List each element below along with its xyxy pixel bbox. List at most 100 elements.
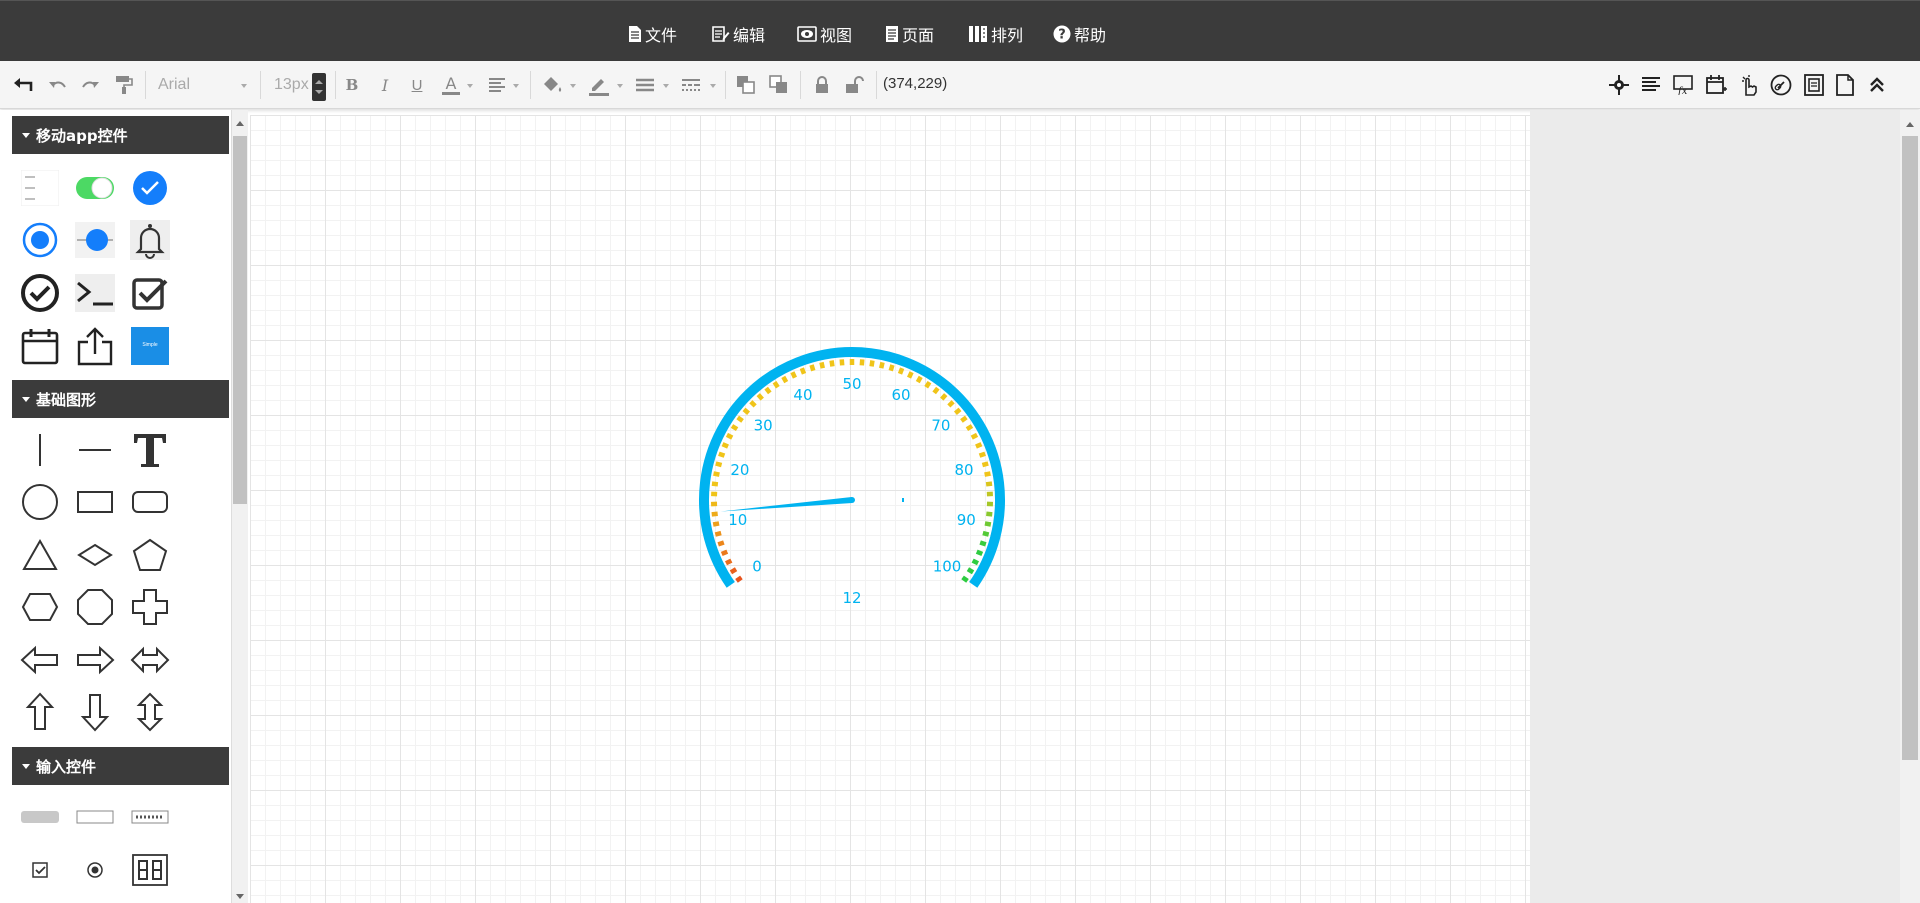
list-widget-shape[interactable] — [20, 168, 60, 208]
up-down-arrow-shape[interactable] — [130, 692, 170, 732]
section-header-basic-shapes[interactable]: 基础图形 — [12, 380, 229, 418]
hexagon-shape[interactable] — [20, 587, 60, 627]
menu-edit[interactable]: 编辑 — [712, 21, 765, 47]
font-family-select[interactable]: Arial — [152, 71, 254, 99]
format-painter-button[interactable] — [114, 74, 134, 96]
collapse-toolbar-button[interactable] — [1867, 74, 1887, 96]
drawing-canvas[interactable]: 0 10 20 30 40 50 60 70 80 90 100 12 — [250, 115, 1530, 903]
paint-bucket-icon — [544, 77, 562, 92]
right-arrow-shape[interactable] — [75, 640, 115, 680]
arrow-right-icon — [77, 645, 115, 675]
digital-display-shape[interactable] — [130, 850, 170, 890]
underline-button[interactable]: U — [407, 74, 427, 96]
gauge-dash — [978, 451, 986, 458]
radio-button-shape[interactable] — [20, 220, 60, 260]
vertical-line-shape[interactable] — [20, 430, 60, 470]
circle-shape[interactable] — [20, 482, 60, 522]
hand-pointer-icon — [1742, 75, 1757, 96]
pentagon-icon — [132, 538, 168, 571]
menu-page[interactable]: 页面 — [885, 21, 934, 47]
cursor-coordinates: (374,229) — [883, 75, 948, 92]
menu-file[interactable]: 文件 — [628, 21, 677, 47]
gauge-dash — [966, 567, 975, 575]
checkbox-shape[interactable] — [130, 273, 170, 313]
undo-button[interactable] — [48, 74, 68, 96]
calendar-button[interactable] — [1705, 74, 1727, 96]
calendar-icon — [1706, 75, 1727, 94]
menu-arrange[interactable]: 排列 — [968, 21, 1023, 47]
rectangle-shape[interactable] — [75, 482, 115, 522]
diamond-shape[interactable] — [75, 535, 115, 575]
terminal-shape[interactable] — [75, 273, 115, 313]
send-back-icon — [769, 75, 787, 93]
line-style-button[interactable] — [680, 74, 702, 96]
simple-button-shape[interactable]: Simple — [130, 326, 170, 366]
gauge-widget[interactable]: 0 10 20 30 40 50 60 70 80 90 100 12 — [682, 330, 1022, 630]
slider-shape[interactable] — [75, 220, 115, 260]
double-arrow-shape[interactable] — [130, 640, 170, 680]
gauge-dash — [725, 432, 734, 440]
text-input-shape[interactable] — [75, 797, 115, 837]
gauge-dash — [714, 530, 722, 537]
font-size-stepper[interactable] — [312, 73, 326, 101]
password-input-shape[interactable] — [130, 797, 170, 837]
line-color-button[interactable] — [587, 74, 611, 96]
menu-help[interactable]: ? 帮助 — [1053, 21, 1106, 47]
toggle-switch-shape[interactable] — [75, 168, 115, 208]
menu-view[interactable]: 视图 — [797, 21, 852, 47]
sidebar-scroll-thumb[interactable] — [233, 136, 247, 504]
interaction-button[interactable] — [1738, 74, 1760, 96]
link-button[interactable] — [1770, 74, 1792, 96]
gauge-dash — [924, 380, 932, 389]
gauge-dash — [713, 471, 720, 477]
horizontal-line-shape[interactable] — [75, 430, 115, 470]
formula-button[interactable]: fx — [1672, 74, 1694, 96]
align-left-icon — [489, 78, 505, 92]
text-align-button[interactable] — [1640, 74, 1662, 96]
up-arrow-shape[interactable] — [20, 692, 60, 732]
pentagon-shape[interactable] — [130, 535, 170, 575]
font-size-field[interactable]: 13px — [268, 71, 310, 99]
down-arrow-shape[interactable] — [75, 692, 115, 732]
check-circle-shape[interactable] — [20, 273, 60, 313]
small-checkbox-shape[interactable] — [20, 850, 60, 890]
cross-shape[interactable] — [130, 587, 170, 627]
svg-text:A: A — [446, 74, 457, 93]
gauge-dash — [781, 375, 789, 384]
octagon-shape[interactable] — [75, 587, 115, 627]
new-page-button[interactable] — [1835, 74, 1855, 96]
bold-button[interactable]: B — [342, 74, 362, 96]
date-picker-shape[interactable] — [20, 326, 60, 366]
snap-button[interactable] — [1607, 74, 1631, 96]
section-header-input-controls[interactable]: 输入控件 — [12, 747, 229, 785]
unlock-button[interactable] — [844, 74, 866, 96]
line-width-button[interactable] — [634, 74, 656, 96]
share-shape[interactable] — [75, 326, 115, 366]
edit-icon — [712, 26, 730, 42]
checkbox-round-shape[interactable] — [130, 168, 170, 208]
font-color-button[interactable]: A — [439, 74, 463, 96]
align-button[interactable] — [486, 74, 508, 96]
bell-icon — [130, 220, 170, 260]
notification-shape[interactable] — [130, 220, 170, 260]
redo-button[interactable] — [80, 74, 100, 96]
gauge-dash — [756, 393, 764, 401]
bring-to-front-button[interactable] — [735, 74, 757, 96]
rounded-rectangle-shape[interactable] — [130, 482, 170, 522]
back-button[interactable] — [12, 74, 34, 96]
triangle-shape[interactable] — [20, 535, 60, 575]
canvas-scroll-thumb[interactable] — [1902, 136, 1918, 760]
lock-icon — [816, 76, 828, 93]
small-radio-shape[interactable] — [75, 850, 115, 890]
left-arrow-shape[interactable] — [20, 640, 60, 680]
send-to-back-button[interactable] — [768, 74, 790, 96]
copy-page-button[interactable] — [1803, 74, 1825, 96]
line-color-dropdown-icon — [617, 84, 623, 88]
fill-color-button[interactable] — [540, 74, 564, 96]
lock-button[interactable] — [812, 74, 832, 96]
section-header-mobile-app[interactable]: 移动app控件 — [12, 116, 229, 154]
text-shape[interactable] — [130, 430, 170, 470]
menu-bar: 文件 编辑 视图 页面 排列 ? 帮助 — [0, 0, 1920, 61]
gray-button-shape[interactable] — [20, 797, 60, 837]
italic-button[interactable]: I — [375, 74, 395, 96]
